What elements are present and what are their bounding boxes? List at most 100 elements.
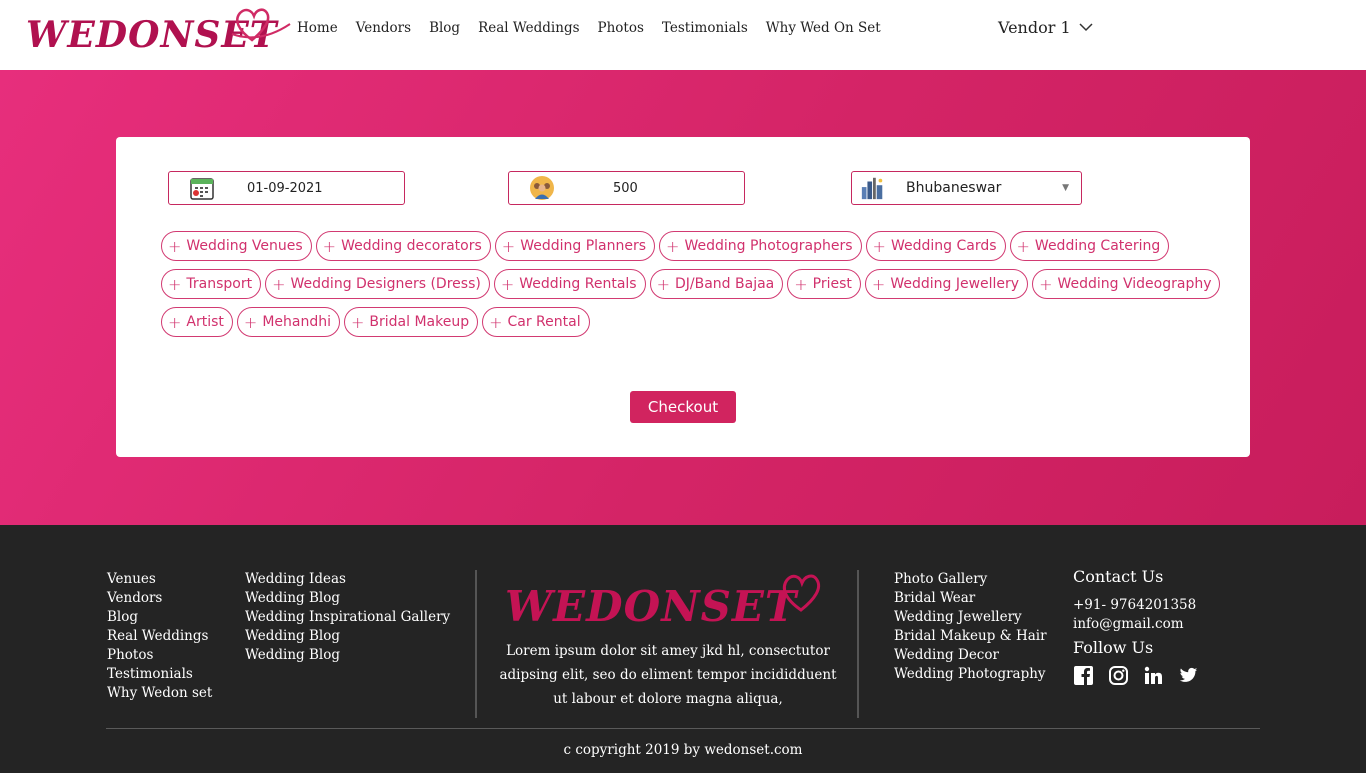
calendar-icon <box>189 175 215 201</box>
nav-vendors[interactable]: Vendors <box>356 20 411 36</box>
footer-link-wedding-jewellery[interactable]: Wedding Jewellery <box>894 608 1047 627</box>
nav-blog[interactable]: Blog <box>429 20 460 36</box>
footer-link-wedding-decor[interactable]: Wedding Decor <box>894 646 1047 665</box>
footer-link-blog[interactable]: Blog <box>107 608 212 627</box>
chip-dj-band-bajaa[interactable]: + DJ/Band Bajaa <box>649 269 784 299</box>
footer-link-bridal-makeup-hair[interactable]: Bridal Makeup & Hair <box>894 627 1047 646</box>
chip-label: Transport <box>186 276 253 292</box>
contact-phone[interactable]: +91- 9764201358 <box>1073 596 1198 615</box>
footer-link-photos[interactable]: Photos <box>107 646 212 665</box>
footer-contact: Contact Us +91- 9764201358 info@gmail.co… <box>1073 567 1198 685</box>
heart-icon <box>231 8 291 42</box>
footer-divider-left <box>475 570 477 718</box>
plus-icon: + <box>872 236 886 256</box>
guest-count-value: 500 <box>613 180 638 196</box>
footer-link-real-weddings[interactable]: Real Weddings <box>107 627 212 646</box>
chip-wedding-planners[interactable]: + Wedding Planners <box>494 231 656 261</box>
chip-row-3: + Artist + Mehandhi + Bridal Makeup + Car Renta… <box>161 307 1241 337</box>
footer-divider-horizontal <box>106 728 1260 729</box>
instagram-icon[interactable] <box>1108 665 1128 685</box>
chip-wedding-rentals[interactable]: + Wedding Rentals <box>493 269 646 299</box>
chip-label: Bridal Makeup <box>369 314 470 330</box>
chip-wedding-cards[interactable]: + Wedding Cards <box>865 231 1006 261</box>
main-nav: Home Vendors Blog Real Weddings Photos T… <box>297 20 899 36</box>
footer-link-why-wedon-set[interactable]: Why Wedon set <box>107 684 212 703</box>
chip-wedding-photographers[interactable]: + Wedding Photographers <box>659 231 862 261</box>
chip-wedding-jewellery[interactable]: + Wedding Jewellery <box>864 269 1029 299</box>
plus-icon: + <box>272 274 286 294</box>
chip-mehandhi[interactable]: + Mehandhi <box>236 307 340 337</box>
chip-label: Mehandhi <box>262 314 331 330</box>
footer-description: Lorem ipsum dolor sit amey jkd hl, conse… <box>499 643 837 707</box>
chip-row-2: + Transport + Wedding Designers (Dress) + Wed… <box>161 269 1241 299</box>
footer-link-wedding-ideas[interactable]: Wedding Ideas <box>245 570 450 589</box>
chip-label: Wedding Photographers <box>684 238 853 254</box>
chip-label: Wedding Jewellery <box>890 276 1020 292</box>
chip-wedding-catering[interactable]: + Wedding Catering <box>1009 231 1170 261</box>
chip-wedding-decorators[interactable]: + Wedding decorators <box>315 231 491 261</box>
plus-icon: + <box>666 236 680 256</box>
footer-links-gallery: Photo Gallery Bridal Wear Wedding Jeweller… <box>894 570 1047 684</box>
footer-link-wedding-blog[interactable]: Wedding Blog <box>245 646 450 665</box>
date-field[interactable]: 01-09-2021 <box>168 171 405 205</box>
nav-why-wed-on-set[interactable]: Why Wed On Set <box>766 20 881 36</box>
user-menu[interactable]: Vendor 1 <box>998 18 1093 37</box>
city-value: Bhubaneswar <box>906 180 1002 196</box>
user-menu-label: Vendor 1 <box>998 18 1071 37</box>
plus-icon: + <box>243 312 258 332</box>
plus-icon: + <box>168 274 182 294</box>
chip-wedding-designers-dress[interactable]: + Wedding Designers (Dress) <box>265 269 490 299</box>
category-chips: + Wedding Venues + Wedding decorators + Weddi… <box>161 231 1241 345</box>
footer-link-photo-gallery[interactable]: Photo Gallery <box>894 570 1047 589</box>
footer-link-wedding-photography[interactable]: Wedding Photography <box>894 665 1047 684</box>
footer-link-vendors[interactable]: Vendors <box>107 589 212 608</box>
chip-car-rental[interactable]: + Car Rental <box>482 307 590 337</box>
facebook-icon[interactable] <box>1073 665 1093 685</box>
footer-link-bridal-wear[interactable]: Bridal Wear <box>894 589 1047 608</box>
plus-icon: + <box>871 274 886 294</box>
chip-label: Wedding Cards <box>890 238 997 254</box>
chip-label: Priest <box>812 276 852 292</box>
plus-icon: + <box>1016 236 1030 256</box>
footer-link-testimonials[interactable]: Testimonials <box>107 665 212 684</box>
footer-link-venues[interactable]: Venues <box>107 570 212 589</box>
chip-artist[interactable]: + Artist <box>161 307 233 337</box>
footer-link-wedding-inspirational-gallery[interactable]: Wedding Inspirational Gallery <box>245 608 450 627</box>
nav-home[interactable]: Home <box>297 20 338 36</box>
linkedin-icon[interactable] <box>1143 665 1163 685</box>
plus-icon: + <box>794 274 808 294</box>
chip-row-1: + Wedding Venues + Wedding decorators + Weddi… <box>161 231 1241 261</box>
chip-label: Wedding Rentals <box>519 276 637 292</box>
city-select[interactable]: Bhubaneswar ▼ <box>851 171 1082 205</box>
checkout-button[interactable]: Checkout <box>630 391 736 423</box>
footer-links-ideas: Wedding Ideas Wedding Blog Wedding Inspira… <box>245 570 450 665</box>
nav-testimonials[interactable]: Testimonials <box>662 20 748 36</box>
plus-icon: + <box>168 236 182 256</box>
chip-label: DJ/Band Bajaa <box>675 276 775 292</box>
chip-wedding-videography[interactable]: + Wedding Videography <box>1032 269 1221 299</box>
contact-email[interactable]: info@gmail.com <box>1073 615 1198 634</box>
nav-photos[interactable]: Photos <box>598 20 644 36</box>
site-header: WEDONSET Home Vendors Blog Real Weddings… <box>0 0 1366 70</box>
chip-wedding-venues[interactable]: + Wedding Venues <box>161 231 312 261</box>
footer-link-wedding-blog[interactable]: Wedding Blog <box>245 627 450 646</box>
search-card: 01-09-2021 500 Bhubaneswar ▼ + Wedding V… <box>116 137 1250 457</box>
chip-transport[interactable]: + Transport <box>161 269 262 299</box>
chip-priest[interactable]: + Priest <box>787 269 861 299</box>
chip-label: Artist <box>186 314 224 330</box>
contact-title: Contact Us <box>1073 567 1164 586</box>
chip-bridal-makeup[interactable]: + Bridal Makeup <box>343 307 479 337</box>
nav-real-weddings[interactable]: Real Weddings <box>478 20 579 36</box>
chip-label: Car Rental <box>507 314 581 330</box>
guest-count-field[interactable]: 500 <box>508 171 745 205</box>
footer-link-wedding-blog[interactable]: Wedding Blog <box>245 589 450 608</box>
footer-links-main: Venues Vendors Blog Real Weddings Photos Test… <box>107 570 212 703</box>
plus-icon: + <box>322 236 337 256</box>
chip-label: Wedding Catering <box>1034 238 1161 254</box>
footer-logo: WEDONSET <box>505 570 835 635</box>
plus-icon: + <box>350 312 365 332</box>
chevron-down-icon <box>1079 23 1093 32</box>
twitter-icon[interactable] <box>1178 665 1198 685</box>
site-footer: Venues Vendors Blog Real Weddings Photos Test… <box>0 525 1366 773</box>
plus-icon: + <box>1039 274 1053 294</box>
